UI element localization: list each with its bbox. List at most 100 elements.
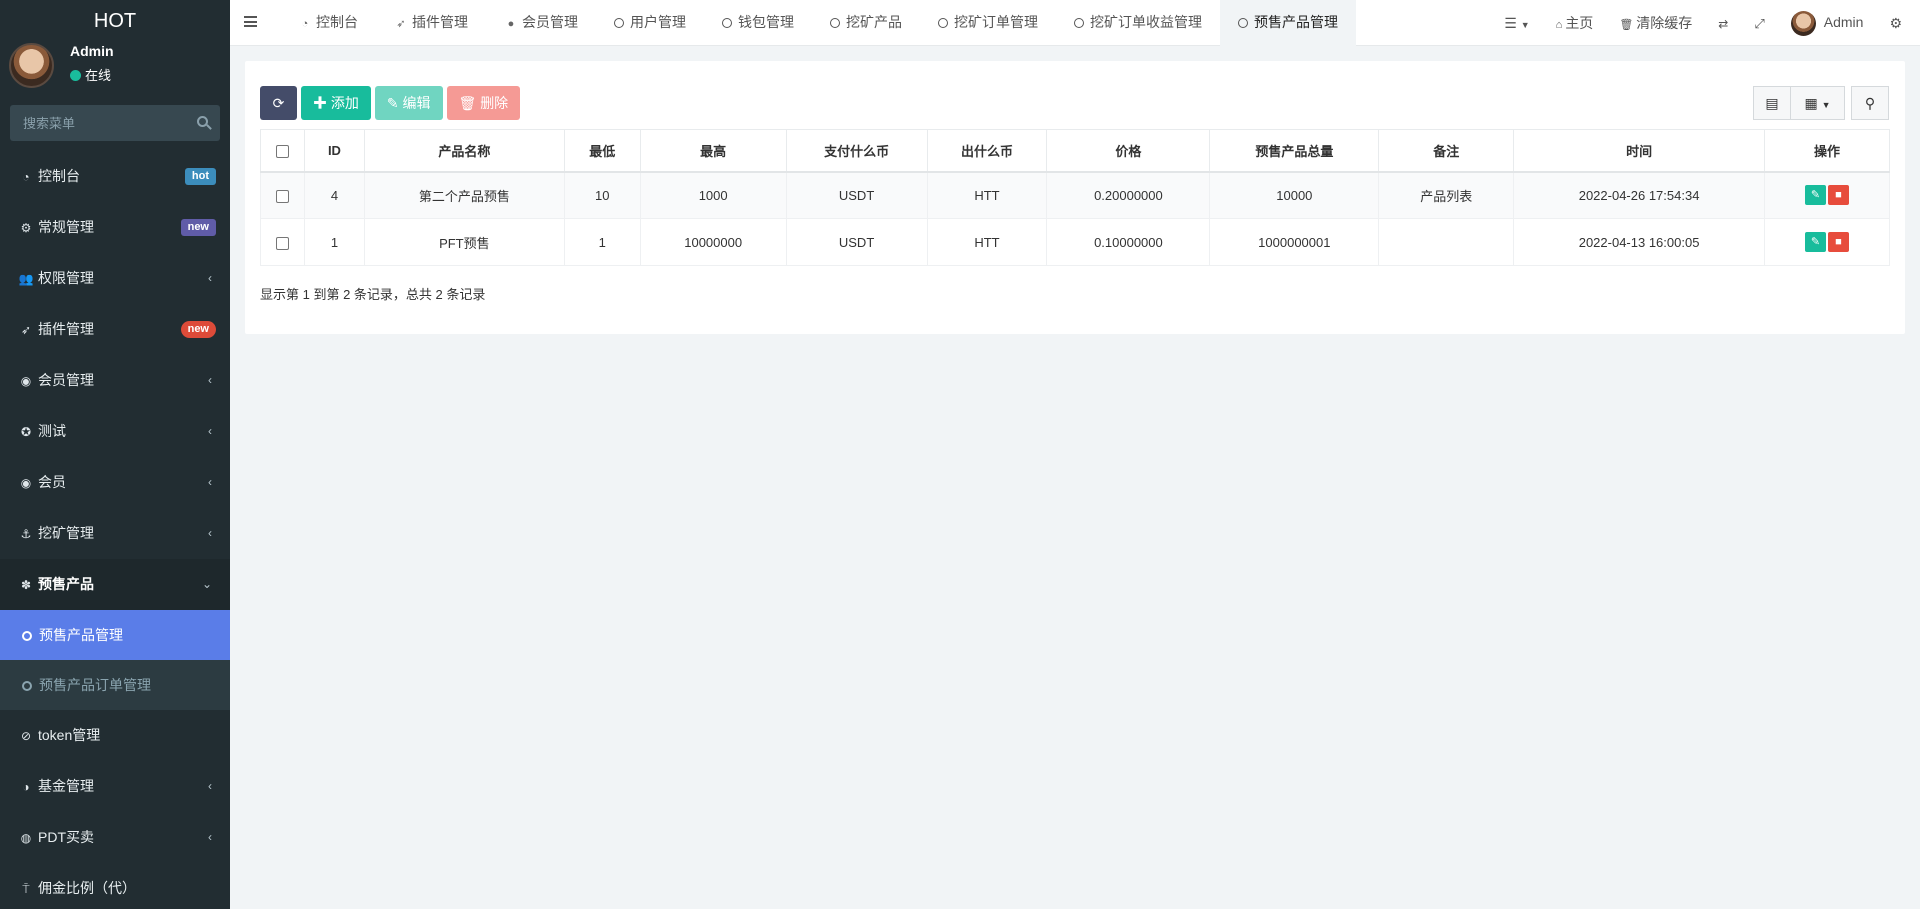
user-status: 在线 <box>70 65 111 84</box>
sidebar-item-token[interactable]: ⊘ token管理 <box>0 710 230 761</box>
columns-button[interactable]: ▦ ▼ <box>1791 86 1845 120</box>
sidebar-item-presale-products[interactable]: 预售产品管理 <box>0 610 230 660</box>
delete-button[interactable]: 🗑 删除 <box>446 86 521 120</box>
select-all-checkbox[interactable] <box>275 144 289 158</box>
tab-addons[interactable]: ➶ 插件管理 <box>376 0 486 46</box>
sidebar-item-presale-orders[interactable]: 预售产品订单管理 <box>0 660 230 710</box>
table-row[interactable]: 4 第二个产品预售 10 1000 USDT HTT 0.20000000 10… <box>260 171 1890 219</box>
tab-users[interactable]: 用户管理 <box>596 0 704 46</box>
sidebar-item-members[interactable]: ◉ 会员管理 ‹ <box>0 355 230 406</box>
tab-mining-orders[interactable]: 挖矿订单管理 <box>920 0 1056 46</box>
column-header[interactable]: 备注 <box>1378 129 1515 173</box>
cell-actions: ✎ ■ <box>1764 171 1890 219</box>
trash-icon: 🗑 <box>1619 19 1634 31</box>
sidebar-item-auth[interactable]: 👥 权限管理 ‹ <box>0 253 230 304</box>
circle-icon <box>614 18 624 28</box>
sidebar-item-addons[interactable]: ➶ 插件管理 new <box>0 304 230 355</box>
cell-out: HTT <box>926 171 1048 219</box>
tab-wallet[interactable]: 钱包管理 <box>704 0 812 46</box>
row-delete-button[interactable]: ■ <box>1828 185 1849 206</box>
add-label: 添加 <box>330 95 359 111</box>
column-header[interactable]: 出什么币 <box>926 129 1048 173</box>
tab-mining-earnings[interactable]: 挖矿订单收益管理 <box>1056 0 1220 46</box>
settings-button[interactable]: ⚙ <box>1876 15 1920 32</box>
th-icon: ▦ <box>1804 95 1818 111</box>
sidebar-item-fund[interactable]: ◑ 基金管理 ‹ <box>0 761 230 812</box>
home-link[interactable]: ⌂ 主页 <box>1543 13 1607 33</box>
sidebar-item-label: 会员 <box>38 474 66 490</box>
circle-icon <box>22 681 32 691</box>
row-checkbox[interactable] <box>275 189 289 203</box>
sidebar-item-commission[interactable]: ⍑ 佣金比例（代） <box>0 863 230 909</box>
row-delete-button[interactable]: ■ <box>1828 232 1849 252</box>
table-row[interactable]: 1 PFT预售 1 10000000 USDT HTT 0.10000000 1… <box>260 218 1890 266</box>
presale-submenu: 预售产品管理 预售产品订单管理 <box>0 610 230 710</box>
column-header[interactable]: ID <box>303 129 365 173</box>
sidebar-item-label: 常规管理 <box>38 219 94 235</box>
dashboard-icon: ◔ <box>301 18 309 30</box>
edit-button[interactable]: ✎ 编辑 <box>374 86 443 120</box>
cell-id: 4 <box>303 171 365 219</box>
tab-label: 钱包管理 <box>738 14 794 30</box>
column-header[interactable]: 预售产品总量 <box>1209 129 1380 173</box>
data-table: ID 产品名称 最低 最高 支付什么币 出什么币 价格 预售产品总量 备注 时间… <box>260 129 1890 266</box>
user-menu[interactable]: Admin <box>1778 10 1877 36</box>
sidebar-item-member[interactable]: ◉ 会员 ‹ <box>0 457 230 508</box>
sidebar-item-test[interactable]: ✪ 测试 ‹ <box>0 406 230 457</box>
tab-presale-products[interactable]: 预售产品管理 <box>1220 0 1356 46</box>
avatar <box>1790 10 1816 36</box>
clear-cache-button[interactable]: 🗑 清除缓存 <box>1606 13 1705 33</box>
sidebar-menu: ◔ 控制台 hot ⚙ 常规管理 new 👥 权限管理 ‹ ➶ 插件管理 new ◉ 会员… <box>0 151 230 909</box>
sidebar-item-pdt[interactable]: ◍ PDT买卖 ‹ <box>0 812 230 863</box>
search-button[interactable]: ⚲ <box>1851 86 1889 120</box>
sidebar-item-label: 预售产品订单管理 <box>39 677 151 693</box>
tab-label: 插件管理 <box>412 14 468 30</box>
chevron-down-icon: ⌄ <box>201 577 212 591</box>
pencil-icon: ✎ <box>1810 236 1821 248</box>
list-icon: ☰ <box>1504 14 1517 31</box>
column-header[interactable]: 价格 <box>1046 129 1211 173</box>
menu-toggle-icon[interactable] <box>244 16 257 27</box>
sidebar-item-presale[interactable]: ✽ 预售产品 ⌄ <box>0 559 230 610</box>
pin-icon: ⍑ <box>22 882 30 896</box>
add-button[interactable]: ✚ 添加 <box>301 86 371 120</box>
sidebar-item-dashboard[interactable]: ◔ 控制台 hot <box>0 151 230 202</box>
list-alt-icon: ▤ <box>1765 95 1779 111</box>
avatar <box>9 43 54 88</box>
search-icon[interactable] <box>197 116 208 127</box>
column-header[interactable]: 最高 <box>639 129 787 173</box>
column-header[interactable]: 时间 <box>1513 129 1765 173</box>
language-button[interactable]: ⇄ <box>1705 15 1741 31</box>
toggle-view-button[interactable]: ▤ <box>1753 86 1791 120</box>
sidebar-item-label: 权限管理 <box>38 270 94 286</box>
sidebar-item-general[interactable]: ⚙ 常规管理 new <box>0 202 230 253</box>
app-logo[interactable]: HOT <box>0 0 230 43</box>
tab-list-dropdown[interactable]: ☰ ▼ <box>1491 15 1542 32</box>
sidebar-item-label: 佣金比例（代） <box>38 880 136 896</box>
sidebar-item-mining[interactable]: ⚓ 挖矿管理 ‹ <box>0 508 230 559</box>
menu-search-input[interactable] <box>10 105 220 141</box>
tab-mining-products[interactable]: 挖矿产品 <box>812 0 920 46</box>
cell-remark: 产品列表 <box>1378 171 1515 219</box>
column-header[interactable]: 最低 <box>563 129 641 173</box>
adjust-icon: ◑ <box>22 780 30 794</box>
column-header[interactable]: 支付什么币 <box>785 129 928 173</box>
refresh-button[interactable]: ⟳ <box>260 86 297 120</box>
chevron-left-icon: ‹ <box>208 526 212 540</box>
row-edit-button[interactable]: ✎ <box>1805 185 1826 206</box>
column-header[interactable]: 产品名称 <box>363 129 565 173</box>
cell-remark <box>1378 218 1515 266</box>
dashboard-icon: ◔ <box>22 170 30 184</box>
row-edit-button[interactable]: ✎ <box>1805 232 1826 252</box>
row-checkbox[interactable] <box>275 236 289 250</box>
tab-members[interactable]: ● 会员管理 <box>486 0 596 46</box>
anchor-icon: ⚓ <box>20 527 32 541</box>
table-tools: ▤ ▦ ▼ ⚲ <box>1753 86 1889 120</box>
medal-icon: ✪ <box>20 425 32 439</box>
row-select-cell <box>260 171 305 219</box>
tab-dashboard[interactable]: ◔ 控制台 <box>280 0 376 46</box>
fullscreen-button[interactable]: ⤢ <box>1741 15 1777 32</box>
user-circle-icon: ◉ <box>20 374 32 388</box>
plus-icon: ✚ <box>313 95 327 111</box>
cell-max: 10000000 <box>639 218 787 266</box>
